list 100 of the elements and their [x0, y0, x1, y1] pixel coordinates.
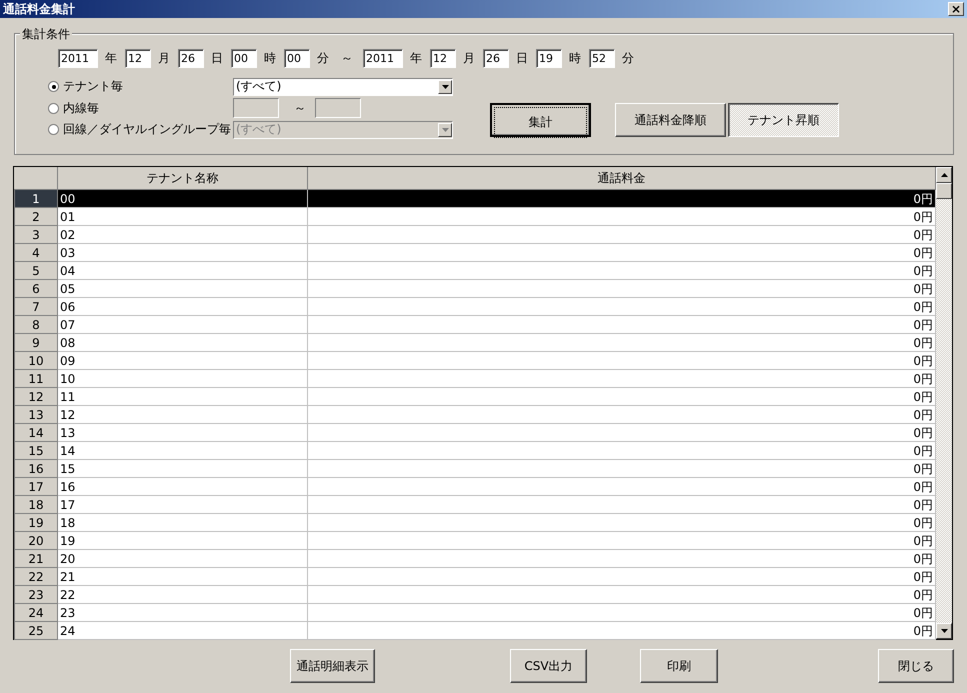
table-cell: 0円 — [308, 280, 936, 298]
table-row[interactable]: 22 21 0円 — [14, 568, 936, 586]
table-cell: 0円 — [308, 514, 936, 532]
table-row[interactable]: 19 18 0円 — [14, 514, 936, 532]
scroll-down-icon[interactable] — [940, 629, 948, 633]
table-row[interactable]: 8 07 0円 — [14, 316, 936, 334]
table-cell: 03 — [58, 244, 308, 262]
date-field[interactable]: 2011 — [363, 48, 403, 68]
date-field[interactable]: 2011 — [58, 48, 98, 68]
unit-label: 月 — [463, 50, 475, 66]
table-cell: 01 — [58, 208, 308, 226]
table-cell: 0円 — [308, 406, 936, 424]
table-cell: 0円 — [308, 478, 936, 496]
table-row[interactable]: 5 04 0円 — [14, 262, 936, 280]
table-cell: 0円 — [308, 352, 936, 370]
table-row[interactable]: 13 12 0円 — [14, 406, 936, 424]
table-cell: 0円 — [308, 208, 936, 226]
dropdown-arrow-icon — [442, 84, 448, 89]
table-row[interactable]: 10 09 0円 — [14, 352, 936, 370]
row-number: 8 — [14, 316, 58, 334]
row-number: 14 — [14, 424, 58, 442]
close-button[interactable]: × — [948, 2, 964, 16]
table-cell: 04 — [58, 262, 308, 280]
action-button[interactable]: 印刷 — [640, 649, 718, 683]
table-cell: 0円 — [308, 298, 936, 316]
table-cell: 0円 — [308, 190, 936, 208]
scroll-thumb[interactable] — [936, 183, 952, 199]
sort-button[interactable]: 通話料金降順 — [615, 103, 726, 137]
table-row[interactable]: 25 24 0円 — [14, 622, 936, 640]
table-cell: 0円 — [308, 622, 936, 640]
table-cell: 21 — [58, 568, 308, 586]
action-button[interactable]: 通話明細表示 — [290, 649, 375, 683]
table-cell: 10 — [58, 370, 308, 388]
action-button[interactable]: CSV出力 — [510, 649, 587, 683]
table-row[interactable]: 1 00 0円 — [14, 190, 936, 208]
table-row[interactable]: 7 06 0円 — [14, 298, 936, 316]
table-cell: 18 — [58, 514, 308, 532]
table-cell: 13 — [58, 424, 308, 442]
row-number: 19 — [14, 514, 58, 532]
date-field[interactable]: 19 — [536, 48, 562, 68]
aggregate-button[interactable]: 集計 — [490, 103, 591, 137]
date-field[interactable]: 00 — [231, 48, 257, 68]
table-cell: 15 — [58, 460, 308, 478]
date-field[interactable]: 26 — [178, 48, 204, 68]
row-number: 1 — [14, 190, 58, 208]
unit-label: 分 — [622, 50, 634, 66]
table-cell: 0円 — [308, 442, 936, 460]
table-cell: 0円 — [308, 370, 936, 388]
table-cell: 0円 — [308, 424, 936, 442]
table-row[interactable]: 15 14 0円 — [14, 442, 936, 460]
date-field[interactable]: 52 — [589, 48, 615, 68]
extension-field[interactable] — [315, 98, 361, 118]
table-row[interactable]: 11 10 0円 — [14, 370, 936, 388]
date-field[interactable]: 12 — [430, 48, 456, 68]
table-row[interactable]: 23 22 0円 — [14, 586, 936, 604]
table-row[interactable]: 12 11 0円 — [14, 388, 936, 406]
table-cell: 09 — [58, 352, 308, 370]
sort-button[interactable]: テナント昇順 — [728, 103, 839, 137]
table-cell: 0円 — [308, 316, 936, 334]
unit-label: 時 — [264, 50, 276, 66]
date-field[interactable]: 26 — [483, 48, 509, 68]
table-cell: 14 — [58, 442, 308, 460]
table-row[interactable]: 16 15 0円 — [14, 460, 936, 478]
row-number: 9 — [14, 334, 58, 352]
table-cell: 0円 — [308, 226, 936, 244]
row-number: 24 — [14, 604, 58, 622]
action-button[interactable]: 閉じる — [878, 649, 954, 683]
column-header[interactable]: 通話料金 — [308, 167, 936, 190]
date-field[interactable]: 00 — [284, 48, 310, 68]
table-cell: 0円 — [308, 496, 936, 514]
table-row[interactable]: 6 05 0円 — [14, 280, 936, 298]
table-cell: 08 — [58, 334, 308, 352]
row-number: 7 — [14, 298, 58, 316]
table-row[interactable]: 4 03 0円 — [14, 244, 936, 262]
row-number: 22 — [14, 568, 58, 586]
table-cell: 06 — [58, 298, 308, 316]
option-label[interactable]: テナント毎 — [63, 78, 233, 96]
table-row[interactable]: 20 19 0円 — [14, 532, 936, 550]
date-field[interactable]: 12 — [125, 48, 151, 68]
table-cell: 22 — [58, 586, 308, 604]
row-number: 16 — [14, 460, 58, 478]
table-row[interactable]: 2 01 0円 — [14, 208, 936, 226]
scroll-up-icon[interactable] — [940, 173, 948, 177]
column-header[interactable]: テナント名称 — [58, 167, 308, 190]
table-row[interactable]: 24 23 0円 — [14, 604, 936, 622]
table-row[interactable]: 14 13 0円 — [14, 424, 936, 442]
row-number: 2 — [14, 208, 58, 226]
table-row[interactable]: 9 08 0円 — [14, 334, 936, 352]
row-number: 21 — [14, 550, 58, 568]
table-cell: 0円 — [308, 568, 936, 586]
row-number: 25 — [14, 622, 58, 640]
table-row[interactable]: 3 02 0円 — [14, 226, 936, 244]
table-row[interactable]: 17 16 0円 — [14, 478, 936, 496]
unit-label: 年 — [105, 50, 117, 66]
table-cell: 0円 — [308, 586, 936, 604]
table-cell: 07 — [58, 316, 308, 334]
table-row[interactable]: 21 20 0円 — [14, 550, 936, 568]
table-row[interactable]: 18 17 0円 — [14, 496, 936, 514]
radio-button[interactable] — [48, 81, 59, 92]
dropdown[interactable]: (すべて) — [233, 78, 453, 96]
